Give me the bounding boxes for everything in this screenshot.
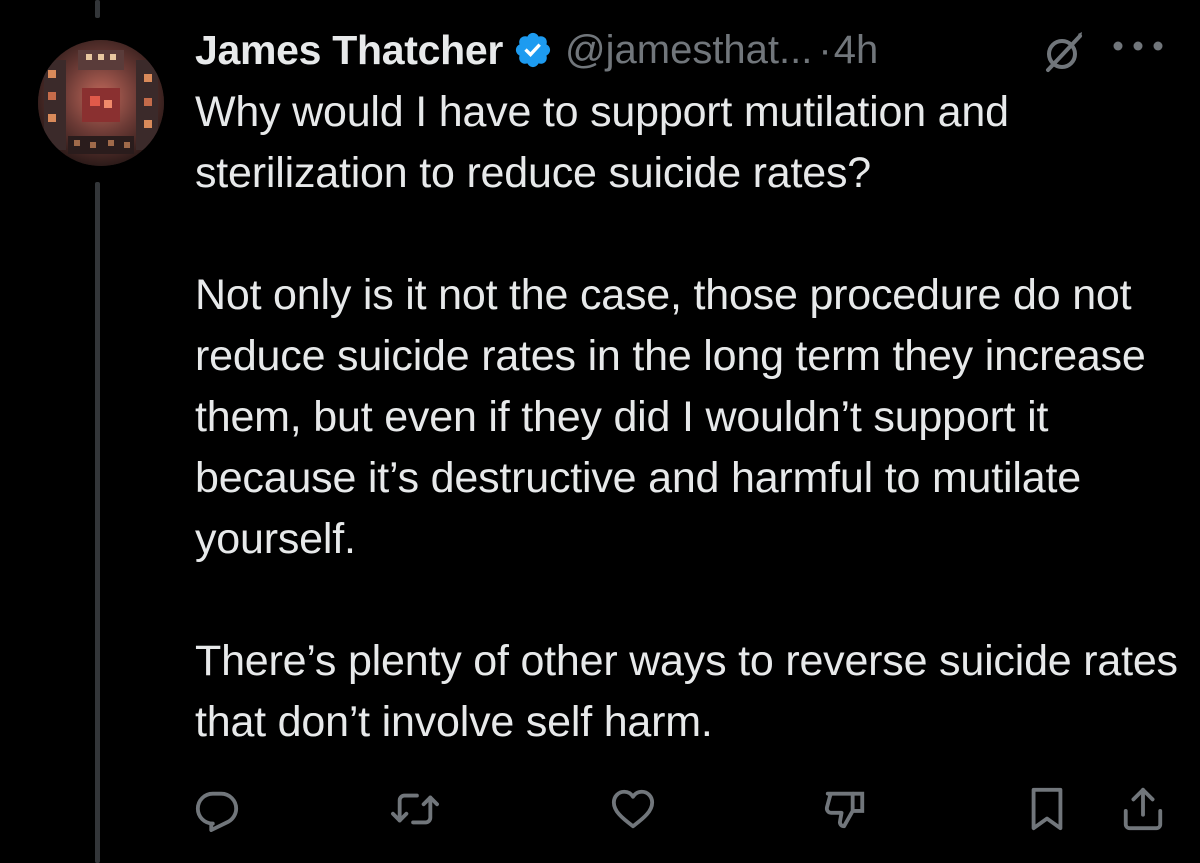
retweet-button[interactable]: [390, 784, 440, 834]
tweet-header: James Thatcher @jamesthat... · 4h: [195, 22, 1185, 78]
heart-icon: [611, 789, 655, 829]
avatar-image: [38, 40, 164, 166]
avatar[interactable]: [38, 40, 164, 166]
separator-dot: ·: [818, 27, 832, 72]
verified-badge-icon[interactable]: [513, 30, 553, 70]
thread-line: [95, 182, 100, 863]
bookmark-button[interactable]: [1022, 784, 1072, 834]
reply-button[interactable]: [192, 784, 242, 834]
share-button[interactable]: [1118, 784, 1168, 834]
tweet-paragraph: Not only is it not the case, those proce…: [195, 271, 1146, 563]
tweet-text: Why would I have to support mutilation a…: [195, 82, 1185, 753]
author-handle[interactable]: @jamesthat...: [565, 28, 812, 73]
more-icon[interactable]: [1111, 36, 1165, 56]
share-icon: [1123, 787, 1163, 831]
tweet-timestamp[interactable]: 4h: [834, 28, 879, 73]
author-display-name[interactable]: James Thatcher: [195, 27, 503, 74]
tweet-paragraph: Why would I have to support mutilation a…: [195, 88, 1009, 197]
bookmark-icon: [1031, 787, 1063, 831]
grok-icon[interactable]: [1040, 28, 1088, 76]
like-button[interactable]: [608, 784, 658, 834]
thread-line-top: [95, 0, 100, 18]
downvote-icon: [824, 791, 865, 829]
reply-icon: [195, 791, 239, 832]
downvote-button[interactable]: [820, 784, 870, 834]
retweet-icon: [391, 793, 439, 825]
tweet-paragraph: There’s plenty of other ways to reverse …: [195, 637, 1178, 746]
